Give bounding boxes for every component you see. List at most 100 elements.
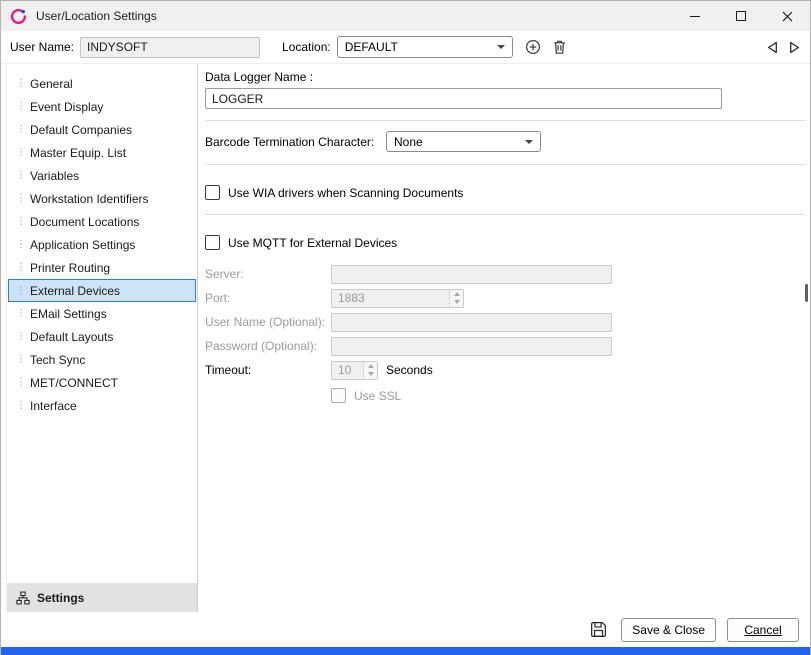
grip-icon: ⋮ [16, 401, 22, 411]
sidebar-item-document-locations[interactable]: ⋮ Document Locations [8, 210, 196, 233]
sitemap-icon [16, 591, 30, 605]
sidebar-item-label: General [30, 77, 73, 91]
sidebar-item-master-equip-list[interactable]: ⋮ Master Equip. List [8, 141, 196, 164]
trash-icon [552, 39, 567, 55]
data-logger-input[interactable] [205, 88, 722, 109]
barcode-termination-value: None [394, 135, 423, 149]
sidebar-item-event-display[interactable]: ⋮Event Display [8, 95, 196, 118]
cancel-button[interactable]: Cancel [727, 618, 799, 642]
spinner-buttons [363, 362, 377, 379]
data-logger-label: Data Logger Name : [205, 70, 805, 84]
close-icon [782, 11, 793, 22]
username-row: User Name (Optional): [205, 310, 805, 334]
grip-icon: ⋮ [16, 148, 22, 158]
username-optional-label: User Name (Optional): [205, 315, 331, 329]
close-button[interactable] [764, 1, 810, 31]
wia-section: Use WIA drivers when Scanning Documents [205, 165, 805, 214]
toolbar: User Name: Location: DEFAULT [1, 31, 810, 63]
user-name-field [80, 37, 260, 58]
grip-icon: ⋮ [16, 171, 22, 181]
sidebar-item-interface[interactable]: ⋮ Interface [8, 394, 196, 417]
port-input [331, 289, 464, 308]
settings-footer-label: Settings [37, 591, 84, 605]
chevron-down-icon [525, 140, 533, 144]
sidebar-item-default-companies[interactable]: ⋮ Default Companies [8, 118, 196, 141]
next-button[interactable] [789, 41, 800, 54]
port-row: Port: [205, 286, 805, 310]
password-row: Password (Optional): [205, 334, 805, 358]
floppy-disk-icon [589, 620, 608, 639]
password-optional-label: Password (Optional): [205, 339, 331, 353]
arrow-right-icon [789, 41, 800, 54]
server-input [331, 265, 612, 284]
username-optional-input [331, 313, 612, 332]
previous-button[interactable] [767, 41, 778, 54]
sidebar-footer-settings[interactable]: Settings [7, 583, 197, 612]
sidebar-item-application-settings[interactable]: ⋮Application Settings [8, 233, 196, 256]
sidebar-item-label: Interface [30, 399, 77, 413]
mqtt-checkbox[interactable] [205, 235, 220, 250]
sidebar-item-tech-sync[interactable]: ⋮ Tech Sync [8, 348, 196, 371]
sidebar-item-label: Workstation Identifiers [30, 192, 149, 206]
save-close-button[interactable]: Save & Close [621, 618, 716, 642]
sidebar-item-general[interactable]: ⋮General [8, 72, 196, 95]
ssl-row: Use SSL [331, 388, 805, 403]
ssl-checkbox [331, 388, 346, 403]
minimize-button[interactable] [672, 1, 718, 31]
sidebar-item-label: External Devices [30, 284, 120, 298]
sidebar-item-label: Tech Sync [30, 353, 85, 367]
maximize-icon [736, 11, 746, 21]
sidebar-item-label: Variables [30, 169, 79, 183]
user-location-settings-window: User/Location Settings User Name: Locati… [0, 0, 811, 655]
sidebar-item-variables[interactable]: ⋮ Variables [8, 164, 196, 187]
maximize-button[interactable] [718, 1, 764, 31]
sidebar-item-label: Document Locations [30, 215, 139, 229]
password-optional-input [331, 337, 612, 356]
data-logger-section: Data Logger Name : [205, 70, 805, 120]
wia-checkbox[interactable] [205, 185, 220, 200]
user-name-label: User Name: [10, 40, 74, 54]
timeout-row: Timeout: Seconds [205, 358, 805, 382]
spin-up-icon [364, 362, 377, 371]
spin-down-icon [364, 370, 377, 379]
barcode-section: Barcode Termination Character: None [205, 121, 805, 164]
spinner-buttons [449, 290, 463, 307]
add-location-button[interactable] [521, 35, 545, 59]
sidebar-item-printer-routing[interactable]: ⋮Printer Routing [8, 256, 196, 279]
save-button-icon[interactable] [589, 620, 608, 639]
grip-icon: ⋮ [16, 286, 22, 296]
sidebar-item-label: Default Companies [30, 123, 132, 137]
arrow-left-icon [767, 41, 778, 54]
location-value: DEFAULT [345, 40, 398, 54]
sidebar-item-workstation-identifiers[interactable]: ⋮Workstation Identifiers [8, 187, 196, 210]
grip-icon: ⋮ [16, 125, 22, 135]
timeout-seconds-label: Seconds [386, 363, 433, 377]
sidebar-item-default-layouts[interactable]: ⋮Default Layouts [8, 325, 196, 348]
grip-icon: ⋮ [16, 355, 22, 365]
window-title: User/Location Settings [36, 9, 157, 23]
grip-icon: ⋮ [16, 217, 22, 227]
timeout-label: Timeout: [205, 363, 331, 377]
sidebar-item-external-devices[interactable]: ⋮ External Devices [8, 279, 196, 302]
external-devices-panel: Data Logger Name : Barcode Termination C… [198, 64, 810, 612]
titlebar[interactable]: User/Location Settings [1, 1, 810, 31]
sidebar-item-label: Master Equip. List [30, 146, 126, 160]
location-label: Location: [282, 40, 331, 54]
sidebar-item-email-settings[interactable]: ⋮ EMail Settings [8, 302, 196, 325]
sidebar-item-label: EMail Settings [30, 307, 107, 321]
delete-location-button[interactable] [548, 35, 572, 59]
grip-icon: ⋮ [16, 102, 22, 112]
barcode-termination-dropdown[interactable]: None [386, 131, 541, 152]
scrollbar-thumb[interactable] [805, 284, 808, 302]
sidebar-item-met-connect[interactable]: ⋮MET/CONNECT [8, 371, 196, 394]
location-dropdown[interactable]: DEFAULT [337, 36, 513, 58]
sidebar-item-label: MET/CONNECT [30, 376, 118, 390]
server-row: Server: [205, 262, 805, 286]
grip-icon: ⋮ [16, 309, 22, 319]
sidebar-item-label: Application Settings [30, 238, 135, 252]
record-navigation [767, 41, 800, 54]
chevron-down-icon [497, 45, 505, 49]
sidebar-item-label: Default Layouts [30, 330, 113, 344]
window-controls [672, 1, 810, 31]
barcode-termination-label: Barcode Termination Character: [205, 135, 386, 149]
